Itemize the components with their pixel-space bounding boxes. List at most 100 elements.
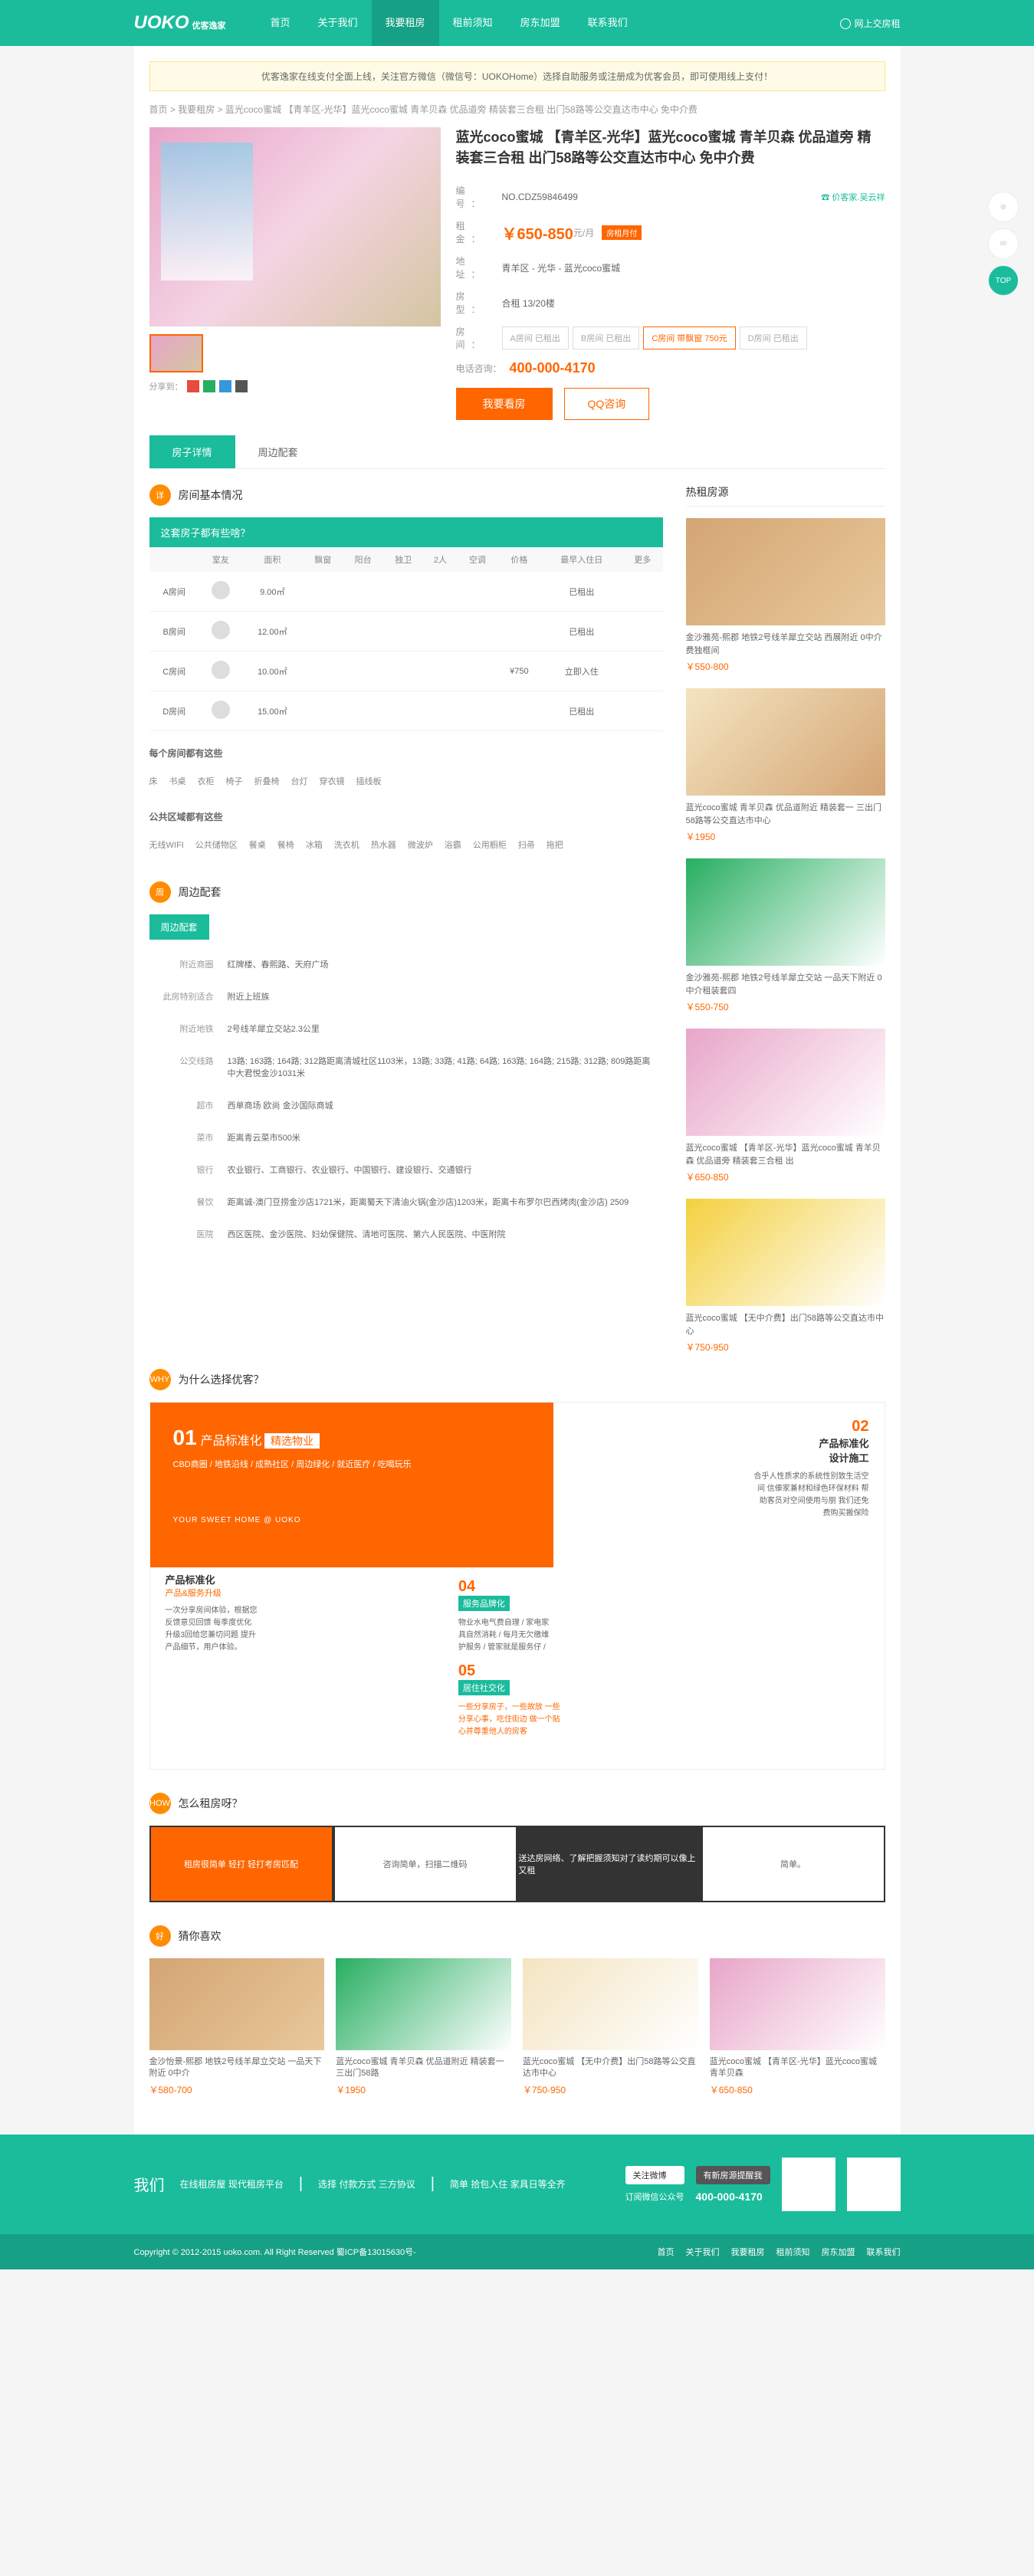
room-tab-c[interactable]: C房间 带飘窗 750元 xyxy=(643,327,735,349)
addr-value: 青羊区 - 光华 - 蓝光coco蜜城 xyxy=(502,261,621,274)
logo[interactable]: UOKO优客逸家 xyxy=(134,12,226,34)
phone-number: 400-000-4170 xyxy=(510,360,596,376)
back-to-top-icon[interactable]: TOP xyxy=(988,265,1019,296)
main-photo[interactable] xyxy=(149,127,441,327)
copyright: Copyright © 2012-2015 uoko.com. All Righ… xyxy=(134,2246,416,2258)
room-tab-a[interactable]: A房间 已租出 xyxy=(502,327,569,349)
footer-link-about[interactable]: 关于我们 xyxy=(686,2246,720,2258)
share-float-icon[interactable]: ⊕ xyxy=(988,192,1019,222)
hot-listing-3[interactable]: 金沙雅苑-熙郡 地铁2号线羊犀立交站 一品天下附近 0中介租装套四￥550-75… xyxy=(686,858,885,1013)
badge-like-icon: 好 xyxy=(149,1925,171,1947)
footer-item-3: 简单 拾包入住 家具日等全齐 xyxy=(450,2177,566,2191)
table-row[interactable]: C房间10.00㎡¥750立即入住 xyxy=(149,651,663,691)
comic-panel-3: 送达房网络、了解把握须知对了读约期可以像上又租 xyxy=(517,1826,701,1902)
footer-phone: 400-000-4170 xyxy=(696,2190,770,2203)
share-qzone-icon[interactable] xyxy=(219,380,231,392)
code-label: 编 号： xyxy=(456,184,502,210)
nav-rent[interactable]: 我要租房 xyxy=(372,0,439,46)
price-unit: 元/月 xyxy=(573,226,594,239)
nav-before[interactable]: 租前须知 xyxy=(439,0,507,46)
pay-rent-link[interactable]: 网上交房租 xyxy=(840,17,900,30)
public-features-title: 公共区域都有这些 xyxy=(149,810,663,823)
hot-listing-2[interactable]: 蓝光coco蜜城 青羊贝森 优品道附近 精装套一 三出门58路等公交直达市中心￥… xyxy=(686,688,885,843)
footer-link-landlord[interactable]: 房东加盟 xyxy=(822,2246,855,2258)
public-features-list: 无线WIFI公共储物区餐桌餐椅冰箱洗衣机热水器微波炉浴霸公用橱柜扫帚拖把 xyxy=(149,831,663,858)
section-how-title: 怎么租房呀？ xyxy=(179,1796,243,1811)
col-bath: 独卫 xyxy=(383,547,423,572)
room-tab-b[interactable]: B房间 已租出 xyxy=(573,327,639,349)
nav-contact[interactable]: 联系我们 xyxy=(574,0,642,46)
avatar-icon xyxy=(212,701,230,719)
badge-detail-icon: 详 xyxy=(149,484,171,506)
code-value: NO.CDZ59846499 xyxy=(502,192,578,202)
hot-listing-1[interactable]: 金沙雅苑-熙郡 地铁2号线羊犀立交站 西展附近 0中介费独框间￥550-800 xyxy=(686,518,885,673)
footer-link-rent[interactable]: 我要租房 xyxy=(731,2246,765,2258)
badge-surround-icon: 周 xyxy=(149,881,171,903)
col-people: 2人 xyxy=(423,547,457,572)
avatar-icon xyxy=(212,661,230,679)
nav-landlord[interactable]: 房东加盟 xyxy=(507,0,574,46)
type-label: 房 型： xyxy=(456,290,502,316)
like-item-4[interactable]: 蓝光coco蜜城 【青羊区-光华】蓝光coco蜜城 青羊贝森￥650-850 xyxy=(710,1958,885,2096)
footer-link-home[interactable]: 首页 xyxy=(658,2246,675,2258)
footer-item-2: 选择 付款方式 三方协议 xyxy=(318,2177,415,2191)
comic-panel-1: 租房很简单 轻打 轻打考房匹配 xyxy=(149,1826,333,1902)
section-like-title: 猜你喜欢 xyxy=(179,1928,222,1944)
wechat-float-icon[interactable]: ✉ xyxy=(988,228,1019,259)
qq-consult-button[interactable]: QQ咨询 xyxy=(564,388,650,420)
nav-home[interactable]: 首页 xyxy=(257,0,304,46)
wechat-subscribe[interactable]: 订阅微信公众号 xyxy=(625,2190,684,2203)
table-row[interactable]: B房间12.00㎡已租出 xyxy=(149,612,663,651)
comic-strip: 租房很简单 轻打 轻打考房匹配 咨询简单，扫描二维码 送达房网络、了解把握须知对… xyxy=(149,1826,885,1902)
globe-icon xyxy=(840,18,851,29)
col-ac: 空调 xyxy=(458,547,497,572)
hot-listing-4[interactable]: 蓝光coco蜜城 【青羊区-光华】蓝光coco蜜城 青羊贝森 优品道旁 精装套三… xyxy=(686,1029,885,1183)
share-bar: 分享到： xyxy=(149,380,441,392)
share-weibo-icon[interactable] xyxy=(187,380,199,392)
col-date: 最早入住日 xyxy=(541,547,622,572)
footer-link-before[interactable]: 租前须知 xyxy=(776,2246,810,2258)
col-area: 面积 xyxy=(242,547,303,572)
surround-subheader: 周边配套 xyxy=(149,914,209,940)
room-features-title: 每个房间都有这些 xyxy=(149,747,663,760)
tab-detail[interactable]: 房子详情 xyxy=(149,435,235,468)
room-tab-d[interactable]: D房间 已租出 xyxy=(740,327,807,349)
thumb-1[interactable] xyxy=(149,334,203,372)
section-surround-title: 周边配套 xyxy=(179,884,222,900)
surround-table: 附近商圈红牌楼、春熙路、天府广场 此房特别适合附近上班族 附近地铁2号线羊犀立交… xyxy=(149,947,663,1251)
like-item-2[interactable]: 蓝光coco蜜城 青羊贝森 优品道附近 精装套一 三出门58路￥1950 xyxy=(336,1958,511,2096)
comic-panel-2: 咨询简单，扫描二维码 xyxy=(333,1826,517,1902)
table-row[interactable]: D房间15.00㎡已租出 xyxy=(149,691,663,731)
gallery: 分享到： xyxy=(149,127,441,420)
nav-about[interactable]: 关于我们 xyxy=(304,0,372,46)
share-more-icon[interactable] xyxy=(235,380,248,392)
view-house-button[interactable]: 我要看房 xyxy=(456,388,553,420)
col-name xyxy=(149,547,199,572)
breadcrumb[interactable]: 首页 > 我要租房 > 蓝光coco蜜城 【青羊区-光华】蓝光coco蜜城 青羊… xyxy=(149,103,885,116)
price: ￥650-850 xyxy=(502,222,573,244)
room-label: 房 间： xyxy=(456,325,502,351)
room-features-list: 床书桌衣柜椅子折叠椅台灯穿衣镜插线板 xyxy=(149,767,663,795)
footer-we: 我们 xyxy=(134,2173,165,2195)
hot-listing-5[interactable]: 蓝光coco蜜城 【无中介费】出门58路等公交直达市中心￥750-950 xyxy=(686,1199,885,1354)
float-toolbar: ⊕ ✉ TOP xyxy=(988,192,1019,296)
table-header: 这套房子都有些啥？ xyxy=(149,517,663,547)
like-item-1[interactable]: 金沙怡景-熙郡 地铁2号线羊犀立交站 一品天下附近 0中介￥580-700 xyxy=(149,1958,325,2096)
listing-info: 蓝光coco蜜城 【青羊区-光华】蓝光coco蜜城 青羊贝森 优品道旁 精装套三… xyxy=(456,127,885,420)
avatar-icon xyxy=(212,581,230,599)
qr-code-2 xyxy=(847,2158,901,2211)
notice-banner: 优客逸家在线支付全面上线，关注官方微信（微信号：UOKOHome）选择自助服务或… xyxy=(149,61,885,91)
footer-bottom: Copyright © 2012-2015 uoko.com. All Righ… xyxy=(0,2234,1034,2269)
notify-button[interactable]: 有新房源提醒我 xyxy=(696,2166,770,2184)
like-item-3[interactable]: 蓝光coco蜜城 【无中介费】出门58路等公交直达市中心￥750-950 xyxy=(523,1958,698,2096)
footer-link-contact[interactable]: 联系我们 xyxy=(867,2246,901,2258)
tab-surround[interactable]: 周边配套 xyxy=(235,435,321,468)
share-wechat-icon[interactable] xyxy=(203,380,215,392)
table-row[interactable]: A房间9.00㎡已租出 xyxy=(149,572,663,612)
avatar-icon xyxy=(212,621,230,639)
col-window: 飘窗 xyxy=(303,547,343,572)
section-why-title: 为什么选择优客？ xyxy=(179,1372,264,1387)
rooms-table: 室友 面积 飘窗 阳台 独卫 2人 空调 价格 最早入住日 更多 A房间9.00… xyxy=(149,547,663,731)
agent-link[interactable]: ☎ 价客家.吴云祥 xyxy=(821,191,885,203)
weibo-follow-button[interactable]: 关注微博 xyxy=(625,2166,684,2184)
